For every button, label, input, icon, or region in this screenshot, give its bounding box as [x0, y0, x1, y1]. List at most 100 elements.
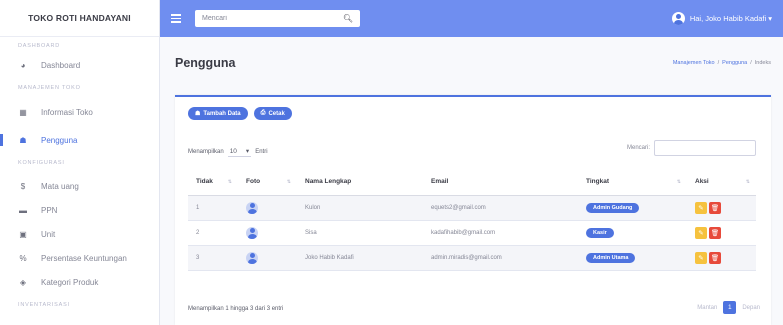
sidebar-item-label: Persentase Keuntungan [41, 253, 127, 263]
edit-icon[interactable]: ✎ [695, 201, 707, 214]
column-header-aksi[interactable]: Aksi ⇅ [687, 168, 756, 196]
delete-icon[interactable]: 🗑︎ [709, 251, 721, 264]
delete-icon[interactable]: 🗑︎ [709, 201, 721, 214]
section-heading-dashboard: DASHBOARD [18, 43, 61, 49]
chevron-down-icon: ▾ [245, 148, 250, 155]
cell-actions: ✎ 🗑︎ [687, 195, 756, 221]
breadcrumb: Manajemen Toko / Pengguna / Indeks [673, 60, 771, 66]
add-data-label: Tambah Data [203, 110, 241, 117]
sidebar-brand[interactable]: TOKO ROTI HANDAYANI [0, 0, 159, 37]
column-label: Foto [246, 177, 261, 185]
sidebar-item-ppn[interactable]: ▬ PPN [0, 198, 159, 222]
breadcrumb-current: Indeks [754, 60, 771, 66]
sidebar-item-kategori-produk[interactable]: ◈ Kategori Produk [0, 270, 159, 294]
table-row: 3 Joko Habib Kadafi admin.miradis@gmail.… [188, 245, 756, 271]
sidebar-item-dashboard[interactable]: ◕ Dashboard [0, 53, 159, 77]
search-bar: 🔍︎ [195, 10, 360, 27]
sidebar-item-pengguna[interactable]: ☗ Pengguna [0, 128, 159, 152]
print-icon: ⎙ [260, 110, 266, 116]
filter-label: Mencari: [626, 145, 650, 151]
search-icon[interactable]: 🔍︎ [343, 14, 353, 23]
edit-icon[interactable]: ✎ [695, 226, 707, 239]
table-row: 2 Sisa kadafihabib@gmail.com Kasir ✎ 🗑︎ [188, 220, 756, 246]
table-row: 1 Kulon equets2@gmail.com Admin Gudang ✎… [188, 195, 756, 221]
user-greeting: Hai, Joko Habib Kadafi ▾ [689, 14, 772, 23]
sort-icon: ⇅ [676, 179, 681, 185]
column-header-tingkat[interactable]: Tingkat ⇅ [578, 168, 687, 196]
sidebar-item-label: Dashboard [41, 60, 81, 70]
menu-toggle-icon[interactable] [171, 14, 181, 23]
sidebar: TOKO ROTI HANDAYANI DASHBOARD ◕ Dashboar… [0, 0, 160, 325]
pagination: Mantan 1 Depan [697, 301, 760, 314]
length-suffix: Entri [255, 148, 268, 155]
pagination-previous[interactable]: Mantan [697, 305, 717, 311]
sidebar-item-label: Kategori Produk [41, 277, 99, 287]
avatar [671, 12, 685, 25]
table-header-row: Tidak ⇅ Foto ⇅ Nama Lengkap Email Tingkat ⇅… [188, 168, 756, 196]
level-badge: Kasir [586, 227, 614, 238]
breadcrumb-separator: / [750, 60, 752, 66]
sidebar-item-unit[interactable]: ▣ Unit [0, 222, 159, 246]
dashboard-icon: ◕ [20, 60, 26, 70]
user-menu[interactable]: Hai, Joko Habib Kadafi ▾ [671, 12, 772, 25]
sidebar-item-label: Informasi Toko [41, 107, 93, 117]
users-card: ☗ Tambah Data ⎙ Cetak Menampilkan 10 ▾ E… [175, 95, 771, 325]
column-header-email[interactable]: Email [423, 168, 578, 196]
pagination-next[interactable]: Depan [742, 305, 760, 311]
cell-name: Sisa [297, 220, 423, 246]
cell-level: Kasir [578, 220, 687, 246]
sidebar-item-label: PPN [41, 205, 58, 215]
add-data-button[interactable]: ☗ Tambah Data [188, 107, 248, 120]
length-prefix: Menampilkan [188, 148, 224, 155]
cell-actions: ✎ 🗑︎ [687, 220, 756, 246]
column-label: Tidak [196, 177, 213, 185]
user-photo-icon [246, 226, 258, 239]
box-icon: ▣ [19, 229, 27, 239]
table-info: Menampilkan 1 hingga 3 dari 3 entri [188, 306, 284, 312]
topbar: 🔍︎ Hai, Joko Habib Kadafi ▾ [160, 0, 783, 37]
section-heading-manajemen-toko: MANAJEMEN TOKO [18, 85, 81, 91]
sidebar-item-mata-uang[interactable]: $ Mata uang [0, 174, 159, 198]
cell-photo [238, 220, 297, 246]
level-badge: Admin Utama [586, 252, 636, 263]
column-label: Nama Lengkap [305, 177, 352, 185]
column-header-foto[interactable]: Foto ⇅ [238, 168, 297, 196]
sidebar-item-label: Mata uang [41, 181, 79, 191]
cell-no: 2 [188, 220, 238, 246]
search-input[interactable] [202, 15, 332, 22]
cell-no: 3 [188, 245, 238, 271]
cell-actions: ✎ 🗑︎ [687, 245, 756, 271]
level-badge: Admin Gudang [586, 202, 640, 213]
pagination-page-1[interactable]: 1 [723, 301, 737, 314]
print-button[interactable]: ⎙ Cetak [253, 107, 292, 120]
filter-input[interactable] [654, 140, 756, 156]
percent-icon: % [19, 253, 27, 263]
section-heading-inventarisasi: INVENTARISASI [18, 302, 70, 308]
cell-photo [238, 195, 297, 221]
print-label: Cetak [268, 110, 285, 117]
sidebar-item-informasi-toko[interactable]: ▦ Informasi Toko [0, 100, 159, 124]
main-content: Pengguna Manajemen Toko / Pengguna / Ind… [160, 37, 783, 325]
action-buttons: ☗ Tambah Data ⎙ Cetak [188, 107, 292, 120]
cell-email: kadafihabib@gmail.com [423, 220, 578, 246]
column-header-tidak[interactable]: Tidak ⇅ [188, 168, 238, 196]
column-label: Email [431, 177, 449, 185]
column-header-nama-lengkap[interactable]: Nama Lengkap [297, 168, 423, 196]
entries-value: 10 [229, 147, 237, 155]
breadcrumb-manajemen-toko[interactable]: Manajemen Toko [673, 60, 715, 66]
delete-icon[interactable]: 🗑︎ [709, 226, 721, 239]
users-table: Tidak ⇅ Foto ⇅ Nama Lengkap Email Tingkat ⇅… [188, 168, 756, 271]
entries-select[interactable]: 10 ▾ [227, 146, 252, 157]
sidebar-item-label: Pengguna [41, 135, 78, 145]
sidebar-item-persentase-keuntungan[interactable]: % Persentase Keuntungan [0, 246, 159, 270]
sort-icon: ⇅ [227, 179, 232, 185]
edit-icon[interactable]: ✎ [695, 251, 707, 264]
breadcrumb-pengguna[interactable]: Pengguna [722, 60, 747, 66]
cell-name: Kulon [297, 195, 423, 221]
cell-photo [238, 245, 297, 271]
column-label: Aksi [695, 177, 709, 185]
cell-no: 1 [188, 195, 238, 221]
section-heading-konfigurasi: KONFIGURASI [18, 160, 65, 166]
page-title: Pengguna [175, 56, 236, 70]
money-bill-icon: ▬ [19, 205, 27, 215]
